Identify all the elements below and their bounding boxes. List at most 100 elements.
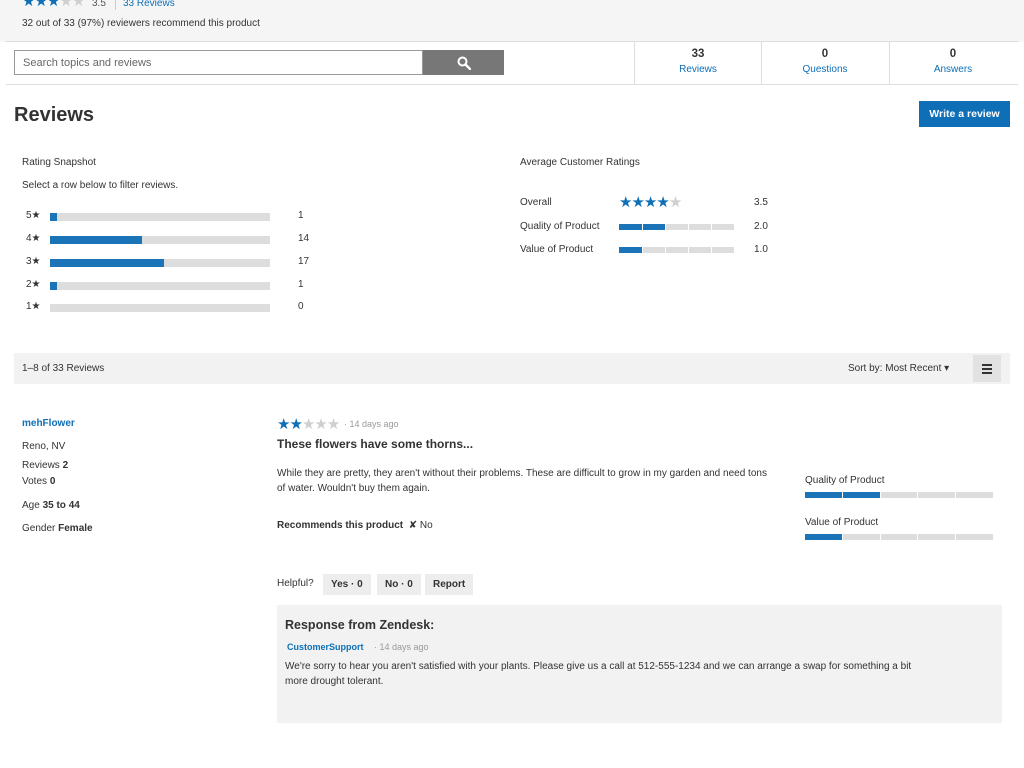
average-value-row: Value of Product 1.0 xyxy=(520,244,780,260)
recommend-label: Recommends this product xyxy=(277,520,404,531)
star-full-icon: ★ xyxy=(289,416,302,433)
bar-divider xyxy=(688,247,689,253)
bar-divider xyxy=(955,492,956,498)
snapshot-count: 0 xyxy=(298,301,304,312)
menu-button[interactable] xyxy=(973,355,1001,382)
helpful-yes-button[interactable]: Yes · 0 xyxy=(323,574,371,595)
menu-icon xyxy=(982,363,992,374)
star-empty-icon: ★ xyxy=(326,416,340,433)
reviewer-reviews-count: 2 xyxy=(62,460,69,471)
review-value-fill xyxy=(805,534,843,540)
reviewer-age: Age 35 to 44 xyxy=(22,500,80,511)
average-overall-row: Overall ★★★★★ 3.5 xyxy=(520,194,780,213)
average-value-value: 1.0 xyxy=(754,244,768,255)
reviewer-votes-label: Votes xyxy=(22,476,48,487)
bar-divider xyxy=(711,224,712,230)
reviewer-votes: Votes 0 xyxy=(22,476,55,487)
star-full-icon: ★ xyxy=(277,416,290,433)
bar-divider xyxy=(880,534,881,540)
snapshot-row-5[interactable]: 5★ 1 xyxy=(22,210,322,228)
average-overall-value: 3.5 xyxy=(754,197,768,208)
tab-questions[interactable]: 0 Questions xyxy=(761,42,888,84)
review-quality-bar xyxy=(805,492,993,498)
star-full-icon: ★ xyxy=(631,194,644,211)
tab-count: 0 xyxy=(821,48,829,60)
review-value-rating: Value of Product xyxy=(805,517,995,540)
summary-star-rating: ★★★★★ xyxy=(22,0,85,10)
average-ratings-title: Average Customer Ratings xyxy=(520,157,640,168)
helpful-no-button[interactable]: No · 0 xyxy=(377,574,421,595)
average-quality-label: Quality of Product xyxy=(520,221,600,232)
star-full-icon: ★ xyxy=(643,194,657,211)
reviewer-name-link[interactable]: mehFlower xyxy=(22,418,75,429)
star-full-icon: ★ xyxy=(46,0,60,10)
reviews-count-link[interactable]: 33 Reviews xyxy=(123,0,175,9)
sort-dropdown[interactable]: Sort by: Most Recent ▾ xyxy=(848,363,949,374)
snapshot-bar-fill xyxy=(50,282,57,290)
review-quality-label: Quality of Product xyxy=(805,475,885,486)
report-button[interactable]: Report xyxy=(425,574,474,595)
response-body: We're sorry to hear you aren't satisfied… xyxy=(285,661,912,687)
reviewer-location: Reno, NV xyxy=(22,441,66,452)
star-full-icon: ★ xyxy=(619,194,632,211)
bar-divider xyxy=(642,224,643,230)
tab-label: Reviews xyxy=(679,64,717,75)
star-empty-icon: ★ xyxy=(71,0,85,10)
snapshot-row-3[interactable]: 3★ 17 xyxy=(22,256,322,274)
review-date: · 14 days ago xyxy=(344,419,399,429)
bar-divider xyxy=(642,247,643,253)
bar-divider xyxy=(880,492,881,498)
search-button[interactable] xyxy=(423,50,504,75)
response-title: Response from Zendesk: xyxy=(285,618,435,632)
snapshot-row-4[interactable]: 4★ 14 xyxy=(22,233,322,251)
reviewer-age-value: 35 to 44 xyxy=(42,500,80,511)
bar-divider xyxy=(665,224,666,230)
reviews-range: 1–8 of 33 Reviews xyxy=(22,363,105,374)
average-overall-label: Overall xyxy=(520,197,552,208)
search-input[interactable] xyxy=(14,50,423,75)
star-empty-icon: ★ xyxy=(301,416,315,433)
write-review-button[interactable]: Write a review xyxy=(919,101,1010,127)
tab-label: Questions xyxy=(802,64,848,75)
recommend-summary: 32 out of 33 (97%) reviewers recommend t… xyxy=(22,18,260,29)
bar-divider xyxy=(711,247,712,253)
review-recommendation: Recommends this product ✘ No xyxy=(277,520,433,531)
snapshot-level-label: 1★ xyxy=(26,301,41,312)
tab-count: 0 xyxy=(949,48,957,60)
reviewer-gender-value: Female xyxy=(58,523,93,534)
average-value-bar xyxy=(619,247,734,253)
helpful-label: Helpful? xyxy=(277,578,314,589)
review-value-label: Value of Product xyxy=(805,517,879,528)
tab-reviews[interactable]: 33 Reviews xyxy=(634,42,761,84)
star-half-icon: ★ xyxy=(656,194,669,211)
snapshot-subtitle: Select a row below to filter reviews. xyxy=(22,180,179,191)
reviewer-votes-count: 0 xyxy=(49,476,56,487)
star-empty-icon: ★ xyxy=(59,0,72,10)
average-quality-bar xyxy=(619,224,734,230)
bar-divider xyxy=(842,492,843,498)
snapshot-level-label: 3★ xyxy=(26,256,41,267)
response-date: · 14 days ago xyxy=(374,642,429,652)
average-value-label: Value of Product xyxy=(520,244,594,255)
response-author-link[interactable]: CustomerSupport xyxy=(287,642,364,652)
reviewer-reviews: Reviews 2 xyxy=(22,460,68,471)
tab-label: Answers xyxy=(933,64,973,75)
recommend-value: ✘ No xyxy=(408,520,433,531)
snapshot-bar-fill xyxy=(50,213,57,221)
page-title: Reviews xyxy=(14,104,95,126)
reviewer-gender-label: Gender xyxy=(22,523,56,534)
snapshot-level-label: 4★ xyxy=(26,233,41,244)
snapshot-count: 1 xyxy=(298,279,304,290)
review-quality-rating: Quality of Product xyxy=(805,475,995,498)
star-full-icon: ★ xyxy=(34,0,47,10)
average-quality-row: Quality of Product 2.0 xyxy=(520,221,780,237)
star-empty-icon: ★ xyxy=(314,416,327,433)
review-title: These flowers have some thorns... xyxy=(277,437,474,451)
snapshot-bar-fill xyxy=(50,236,143,244)
snapshot-row-1[interactable]: 1★ 0 xyxy=(22,301,322,319)
star-full-icon: ★ xyxy=(22,0,35,10)
tab-answers[interactable]: 0 Answers xyxy=(889,42,1016,84)
snapshot-bar xyxy=(50,259,270,267)
bar-divider xyxy=(917,492,918,498)
snapshot-row-2[interactable]: 2★ 1 xyxy=(22,279,322,297)
